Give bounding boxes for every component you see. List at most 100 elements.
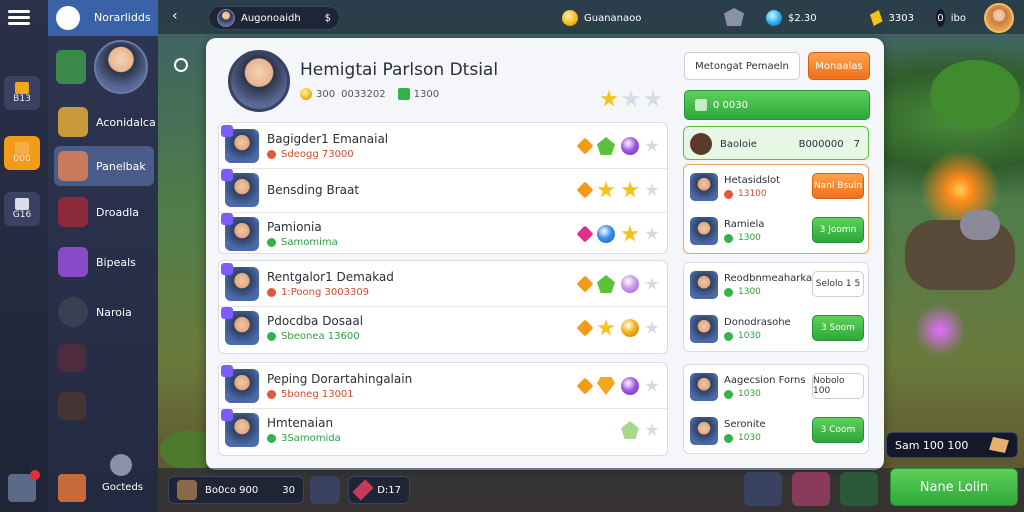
list-row[interactable]: Peping Dorartahingalain 5boneg 13001 xyxy=(219,364,667,408)
offer-action-button[interactable]: Nobolo 100 xyxy=(812,373,864,399)
gem-icon xyxy=(766,10,782,26)
sidebar-item-aconidalca[interactable]: Aconidalca xyxy=(54,102,202,142)
profile-rating xyxy=(600,90,662,108)
offer-action-button[interactable]: 3 Soom xyxy=(812,315,864,341)
row-name: Bensding Braat xyxy=(267,183,360,197)
offer-action-button[interactable]: 3 Coom xyxy=(812,417,864,443)
row-icons xyxy=(576,137,659,155)
coin-suffix: 0033202 xyxy=(341,88,386,100)
row-text: Pdocdba Dosaal Sbeonea 13600 xyxy=(267,314,363,342)
green-gem-icon xyxy=(597,275,615,293)
offer-action-button[interactable]: Selolo 1 5 xyxy=(812,271,864,297)
star-out-icon[interactable] xyxy=(645,379,659,392)
inventory-icon[interactable] xyxy=(58,474,86,502)
status-dot-icon xyxy=(267,150,276,159)
chest-icon xyxy=(15,82,29,94)
resource-display: Sam 100 100 xyxy=(886,432,1018,458)
orb-purple-icon xyxy=(621,377,639,395)
hero-slot-2-icon[interactable] xyxy=(792,472,830,506)
sidebar-item-label: Naroia xyxy=(96,305,132,319)
offer-subtitle-text: 1030 xyxy=(738,389,761,399)
star-out-icon[interactable] xyxy=(645,277,659,290)
list-row[interactable]: Bagigder1 Emanaial Sdeogg 73000 xyxy=(219,124,667,168)
player-avatar[interactable] xyxy=(94,40,148,94)
green-balance-bar[interactable]: 0 0030 xyxy=(684,90,870,120)
star-out-icon[interactable] xyxy=(645,139,659,152)
offer-row: Ramiela 1300 3 Joomn xyxy=(684,209,870,253)
row-icons xyxy=(576,225,659,243)
offer-subtitle: 1030 xyxy=(724,389,806,399)
cash-slot-icon[interactable] xyxy=(840,472,878,506)
star-out-icon[interactable] xyxy=(645,321,659,334)
sidebar-item-label: Bipeals xyxy=(96,255,136,269)
rail-tile-3[interactable]: G16 xyxy=(4,192,40,226)
list-row[interactable]: Bensding Braat xyxy=(219,168,667,212)
gold-currency: Guananaoo xyxy=(554,6,670,30)
rail-tile-1[interactable]: B13 xyxy=(4,76,40,110)
player-name-pill[interactable]: Augonoaidh $ xyxy=(208,6,340,30)
offer-name: Donodrasohe xyxy=(724,317,791,328)
list-row[interactable]: Pamionia Samomima xyxy=(219,212,667,256)
row-subtitle: Sbeonea 13600 xyxy=(267,331,363,342)
inventory-slot-1[interactable]: Bo0co 900 30 xyxy=(168,476,304,504)
sidebar-item-naroia[interactable]: Naroia xyxy=(54,292,202,332)
sidebar-item-droadla[interactable]: Droadla xyxy=(54,192,202,232)
character-avatar xyxy=(221,409,259,447)
row-text: Bagigder1 Emanaial Sdeogg 73000 xyxy=(267,132,388,160)
star-outline-icon xyxy=(622,90,640,107)
offer-text: Hetasidslot 13100 xyxy=(724,175,780,199)
inventory-slot-2[interactable]: D:17 xyxy=(348,476,410,504)
search-icon[interactable] xyxy=(174,58,188,72)
chat-icon[interactable] xyxy=(8,470,40,502)
row-name: Peping Dorartahingalain xyxy=(267,372,413,386)
gold-currency-label: Guananaoo xyxy=(584,12,642,24)
star-out-icon[interactable] xyxy=(645,227,659,240)
hero-slot-1-icon[interactable] xyxy=(744,472,782,506)
star-slot-icon[interactable] xyxy=(310,476,340,504)
offer-row: Hetasidslot 13100 Nanl Bsuln xyxy=(684,165,870,209)
orb-lav-icon xyxy=(621,275,639,293)
back-chevron-icon[interactable]: ‹ xyxy=(172,8,178,24)
offer-name: Seronite xyxy=(724,419,766,430)
offer-subtitle-text: 1030 xyxy=(738,433,761,443)
status-dot-icon xyxy=(724,189,733,199)
offer-name: Reodbnmeaharka xyxy=(724,273,813,284)
settings-gear-icon[interactable] xyxy=(110,454,132,476)
character-portrait-icon[interactable] xyxy=(56,50,86,84)
offer-avatar xyxy=(690,173,718,201)
sidebar-item-bipeals[interactable]: Bipeals xyxy=(54,242,202,282)
main-action-button[interactable]: Nane Lolin xyxy=(890,468,1018,506)
list-row[interactable]: Hmtenaian 3Samomida xyxy=(219,408,667,452)
list-row[interactable]: Rentgalor1 Demakad 1:Poong 3003309 xyxy=(219,262,667,306)
star-out-icon[interactable] xyxy=(645,423,659,436)
pemaeln-button[interactable]: Metongat Pemaeln xyxy=(684,52,800,80)
profile-avatar[interactable] xyxy=(984,3,1014,33)
sidebar-item-panelbak[interactable]: Panelbak xyxy=(54,146,154,186)
character-avatar xyxy=(221,169,259,207)
star-out-icon[interactable] xyxy=(645,183,659,196)
gem-value: $2.30 xyxy=(788,12,817,24)
header-card[interactable]: Baoloie B000000 7 xyxy=(683,126,869,160)
locked-item-icon xyxy=(58,344,86,372)
row-name: Pamionia xyxy=(267,220,322,234)
rank-badge-icon xyxy=(221,263,233,275)
counter-badge: 0 ibo xyxy=(928,6,974,30)
sidebar-item-label: Panelbak xyxy=(96,159,146,173)
profile-stats: 300 0033202 1300 xyxy=(300,88,439,100)
offer-action-button[interactable]: 3 Joomn xyxy=(812,217,864,243)
list-row[interactable]: Pdocdba Dosaal Sbeonea 13600 xyxy=(219,306,667,350)
status-dot-icon xyxy=(724,331,733,341)
settings-label: Gocteds xyxy=(102,482,143,493)
gold-star-icon xyxy=(597,319,615,336)
offer-action-button[interactable]: Nanl Bsuln xyxy=(812,173,864,199)
rail-tile-2[interactable]: 000 xyxy=(4,136,40,170)
currency-symbol-icon: $ xyxy=(324,12,331,24)
menu-icon[interactable] xyxy=(8,8,30,26)
resource-text: Sam 100 100 xyxy=(895,438,969,452)
character-avatar xyxy=(221,213,259,251)
status-dot-icon xyxy=(267,288,276,297)
offer-name: Ramiela xyxy=(724,219,765,230)
monaalas-button[interactable]: Monaalas xyxy=(808,52,870,80)
left-rail: B13 000 G16 xyxy=(0,0,48,512)
star-outline-icon xyxy=(644,90,662,107)
